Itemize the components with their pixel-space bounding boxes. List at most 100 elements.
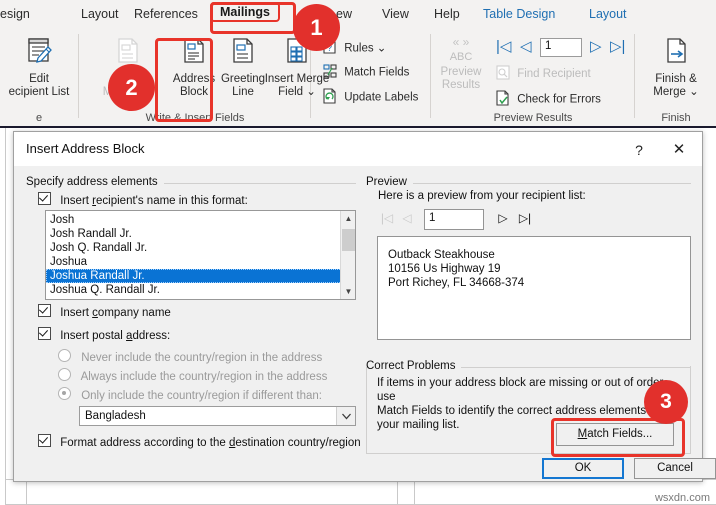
radio-icon-never[interactable] [58, 349, 71, 362]
update-labels-label: Update Labels [344, 91, 419, 104]
list-item-selected[interactable]: Joshua Randall Jr. [46, 269, 342, 283]
radio-only-label: Only include the country/region if diffe… [81, 390, 322, 402]
match-fields-dialog-button[interactable]: Match Fields... [556, 423, 674, 446]
match-fields-button[interactable]: Match Fields [323, 63, 409, 82]
check-for-errors-label: Check for Errors [517, 93, 601, 106]
ribbon-group-start-mail-merge: Edit ecipient List e [0, 30, 78, 126]
last-record-button[interactable]: ▷| [610, 37, 625, 55]
close-icon[interactable]: ✕ [662, 139, 696, 161]
specify-address-elements-group: Specify address elements [26, 176, 356, 188]
insert-merge-field-line1: Insert Merge [264, 73, 330, 85]
preview-last-record-button[interactable]: ▷| [514, 208, 536, 229]
preview-results-line2: Results [441, 79, 481, 91]
insert-company-label-post: ompany name [97, 306, 171, 319]
insert-company-label-pre: Insert [60, 306, 93, 319]
chevron-down-icon[interactable] [336, 407, 355, 425]
preview-prev-record-button[interactable]: ◁ [396, 208, 418, 229]
finish-and-merge-button[interactable]: Finish & Merge ⌄ [636, 36, 716, 99]
tab-help[interactable]: Help [428, 4, 466, 24]
match-fields-button-label: atch Fields... [587, 428, 653, 440]
checkbox-icon-insert-company[interactable] [38, 304, 51, 317]
insert-postal-label-post: ddress: [132, 329, 171, 342]
radio-only-include-country[interactable]: Only include the country/region if diffe… [58, 387, 322, 402]
next-record-button[interactable]: ▷ [590, 37, 602, 55]
scroll-up-arrow-icon[interactable]: ▲ [341, 211, 355, 226]
name-format-listbox[interactable]: Josh Josh Randall Jr. Josh Q. Randall Jr… [45, 210, 356, 300]
ribbon-group-finish: Finish & Merge ⌄ Finish [636, 30, 716, 126]
edit-recipient-list-icon [0, 36, 78, 70]
find-recipient-label: Find Recipient [517, 68, 591, 80]
listbox-scrollbar[interactable]: ▲ ▼ [340, 211, 355, 299]
preview-results-button[interactable]: « » ABC Preview Results [432, 36, 490, 92]
correct-problems-text-line-1: If items in your address block are missi… [377, 377, 666, 403]
list-item[interactable]: Josh Q. Randall Jr. [46, 241, 342, 255]
edit-recipient-list-button[interactable]: Edit ecipient List [0, 36, 78, 99]
match-fields-label: Match Fields [344, 66, 410, 79]
update-labels-button[interactable]: Update Labels [323, 88, 418, 107]
first-record-button[interactable]: |◁ [496, 37, 511, 55]
scrollbar-thumb[interactable] [342, 229, 355, 251]
record-number-input[interactable]: 1 [540, 38, 582, 57]
radio-always-label: Always include the country/region in the… [80, 371, 328, 383]
cancel-button[interactable]: Cancel [634, 458, 716, 479]
tab-references[interactable]: References [128, 4, 204, 24]
insert-recipient-name-checkbox[interactable]: Insert recipient's name in this format: [38, 192, 248, 207]
tab-layout-table[interactable]: Layout [583, 4, 633, 24]
radio-always-include-country[interactable]: Always include the country/region in the… [58, 368, 327, 383]
callout-3: 3 [644, 380, 688, 424]
edit-recipient-list-line1: Edit [29, 73, 49, 85]
insert-merge-field-line2: Field ⌄ [278, 86, 316, 98]
tab-mailings[interactable]: Mailings [210, 2, 281, 22]
find-recipient-icon [496, 65, 513, 83]
preview-next-record-button[interactable]: ▷ [492, 208, 514, 229]
watermark: wsxdn.com [654, 492, 710, 504]
previous-record-button[interactable]: ◁ [520, 37, 532, 55]
country-region-combobox[interactable]: Bangladesh [79, 406, 356, 426]
ok-button[interactable]: OK [542, 458, 624, 479]
scroll-down-arrow-icon[interactable]: ▼ [341, 284, 355, 299]
tab-design[interactable]: esign [0, 4, 36, 24]
help-icon[interactable]: ? [624, 139, 654, 161]
ribbon-group-label-write: Write & Insert Fields [145, 112, 245, 124]
preview-first-record-button[interactable]: |◁ [376, 208, 398, 229]
insert-company-name-checkbox[interactable]: Insert company name [38, 304, 171, 319]
format-address-checkbox[interactable]: Format address according to the destinat… [38, 434, 361, 449]
edit-recipient-list-line2: ecipient List [8, 86, 70, 98]
find-recipient-button[interactable]: Find Recipient [496, 65, 591, 83]
ribbon-group-preview-results: « » ABC Preview Results |◁ ◁ 1 ▷ ▷| Find… [432, 30, 634, 126]
callout-2: 2 [108, 64, 155, 111]
tab-table-design[interactable]: Table Design [477, 4, 561, 24]
ribbon-group-label-start: e [35, 112, 43, 124]
finish-merge-icon [636, 36, 716, 70]
list-item[interactable]: Joshua [46, 255, 342, 269]
doc-table-col1 [26, 479, 27, 505]
radio-icon-always[interactable] [58, 368, 71, 381]
insert-address-block-dialog: Insert Address Block ? ✕ Specify address… [13, 131, 716, 482]
list-item[interactable]: Joshua Q. Randall Jr. [46, 283, 342, 297]
ribbon-group-label-finish: Finish [661, 112, 691, 124]
record-navigation: |◁ ◁ 1 ▷ ▷| [496, 36, 636, 60]
preview-record-number-input[interactable]: 1 [424, 209, 484, 230]
checkbox-icon-insert-postal[interactable] [38, 327, 51, 340]
preview-group: Preview [366, 176, 691, 188]
checkbox-icon-format-address[interactable] [38, 434, 51, 447]
rules-label: Rules ⌄ [344, 42, 387, 55]
ribbon: esign Layout References Mailings ew View… [0, 0, 716, 128]
tab-layout[interactable]: Layout [75, 4, 125, 24]
group-separator-1 [78, 34, 79, 118]
list-item[interactable]: Josh [46, 213, 342, 227]
preview-address-line-2: 10156 Us Highway 19 [388, 263, 501, 275]
radio-icon-only[interactable] [58, 387, 71, 400]
dialog-title-bar: Insert Address Block ? ✕ [14, 132, 702, 166]
callout-1: 1 [293, 4, 340, 51]
preview-record-navigation: |◁ ◁ 1 ▷ ▷| [376, 208, 556, 232]
tab-view[interactable]: View [376, 4, 415, 24]
insert-postal-address-checkbox[interactable]: Insert postal address: [38, 327, 170, 342]
radio-never-include-country[interactable]: Never include the country/region in the … [58, 349, 322, 364]
dialog-title: Insert Address Block [26, 141, 145, 156]
preview-address-line-3: Port Richey, FL 34668-374 [388, 277, 525, 289]
preview-results-abc: ABC [449, 51, 473, 63]
list-item[interactable]: Josh Randall Jr. [46, 227, 342, 241]
check-for-errors-button[interactable]: Check for Errors [496, 90, 601, 109]
checkbox-icon-insert-name[interactable] [38, 192, 51, 205]
